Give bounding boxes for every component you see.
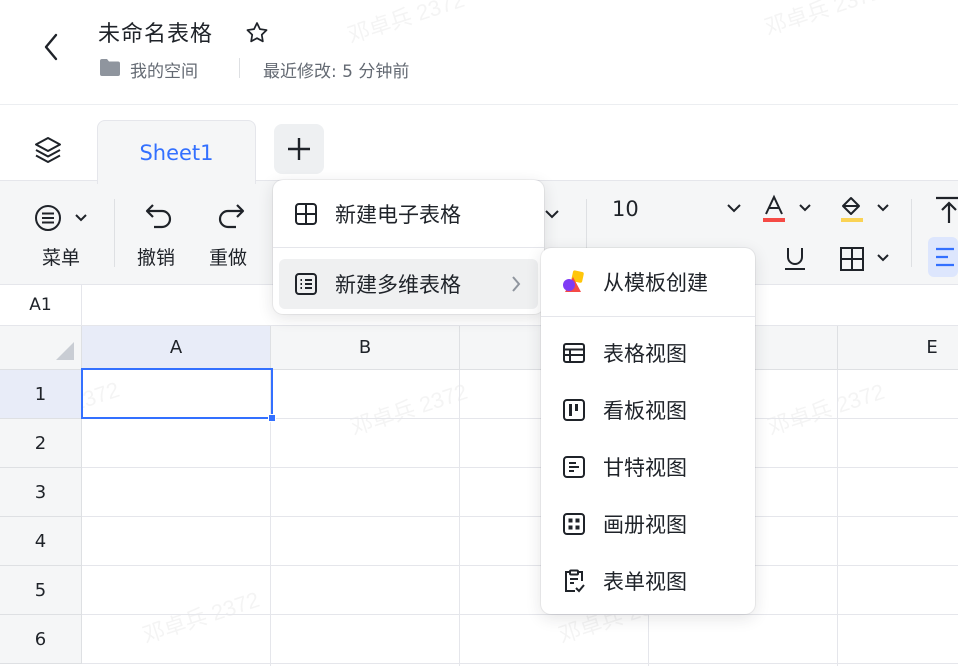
column-header-b[interactable]: B — [271, 326, 460, 370]
column-header-e[interactable]: E — [838, 326, 958, 370]
menu-label[interactable]: 菜单 — [42, 243, 80, 270]
layers-icon[interactable] — [32, 134, 64, 170]
fill-handle[interactable] — [268, 414, 276, 422]
undo-icon[interactable] — [144, 201, 174, 231]
menu-item-new-base[interactable]: 新建多维表格 — [279, 259, 538, 309]
table-view-icon — [561, 340, 587, 366]
menu-item-label: 甘特视图 — [603, 456, 687, 480]
corner-triangle-icon — [56, 342, 74, 360]
row-header[interactable]: 5 — [0, 566, 82, 615]
divider — [0, 104, 958, 105]
menu-item-gantt-view[interactable]: 甘特视图 — [547, 442, 749, 492]
grid-line — [82, 565, 958, 566]
cell-reference[interactable]: A1 — [0, 285, 82, 325]
selected-cell-a1[interactable] — [81, 368, 273, 419]
new-sheet-menu: 新建电子表格 新建多维表格 — [273, 180, 544, 314]
menu-item-kanban-view[interactable]: 看板视图 — [547, 385, 749, 435]
select-all-corner[interactable] — [0, 326, 82, 370]
chevron-down-icon[interactable] — [544, 207, 560, 221]
divider — [911, 199, 912, 267]
menu-item-label: 表格视图 — [603, 342, 687, 366]
align-top-icon[interactable] — [934, 195, 958, 225]
menu-icon — [35, 205, 87, 231]
divider — [239, 58, 240, 78]
menu-item-label: 新建电子表格 — [335, 203, 461, 227]
chevron-left-icon — [44, 33, 58, 61]
location-link[interactable]: 我的空间 — [130, 57, 198, 82]
gallery-view-icon — [561, 511, 587, 537]
menu-item-label: 画册视图 — [603, 513, 687, 537]
menu-item-label: 从模板创建 — [603, 271, 708, 295]
border-icon[interactable] — [838, 245, 894, 273]
watermark: 邓卓兵 2372 — [344, 0, 468, 49]
menu-item-new-spreadsheet[interactable]: 新建电子表格 — [279, 189, 538, 239]
kanban-view-icon — [561, 397, 587, 423]
document-title[interactable]: 未命名表格 — [98, 16, 213, 48]
form-view-icon — [561, 568, 587, 594]
base-view-submenu: 从模板创建 表格视图 看板视图 甘特视图 画册视图 表单视图 — [541, 248, 755, 614]
font-color-icon[interactable] — [760, 194, 816, 224]
add-sheet-button[interactable] — [274, 124, 324, 174]
row-header[interactable]: 1 — [0, 370, 82, 419]
menu-item-label: 表单视图 — [603, 570, 687, 594]
divider — [541, 316, 755, 317]
grid-line — [82, 614, 958, 615]
menu-item-label: 新建多维表格 — [335, 273, 461, 297]
chevron-right-icon — [512, 276, 521, 292]
spreadsheet-grid[interactable]: A B E 1 2 3 4 5 6 — [0, 326, 958, 666]
table-list-icon — [293, 271, 319, 297]
fill-color-icon[interactable] — [838, 194, 894, 224]
underline-icon[interactable] — [782, 245, 808, 271]
column-header-a[interactable]: A — [82, 326, 271, 370]
last-modified: 最近修改: 5 分钟前 — [263, 62, 410, 82]
align-left-icon[interactable] — [928, 237, 958, 277]
undo-label[interactable]: 撤销 — [137, 243, 175, 270]
menu-item-label: 看板视图 — [603, 399, 687, 423]
grid-line — [82, 663, 958, 664]
divider — [114, 199, 115, 267]
redo-label[interactable]: 重做 — [209, 243, 247, 270]
row-header[interactable]: 6 — [0, 615, 82, 664]
star-icon[interactable] — [244, 20, 270, 50]
plus-icon — [288, 138, 310, 160]
font-size-select[interactable]: 10 — [612, 197, 639, 221]
menu-item-gallery-view[interactable]: 画册视图 — [547, 499, 749, 549]
row-header[interactable]: 3 — [0, 468, 82, 517]
menu-item-form-view[interactable]: 表单视图 — [547, 556, 749, 606]
gantt-view-icon — [561, 454, 587, 480]
grid-line — [459, 370, 460, 666]
row-header[interactable]: 2 — [0, 419, 82, 468]
back-button[interactable] — [36, 30, 66, 64]
grid-icon — [293, 201, 319, 227]
tab-sheet1[interactable]: Sheet1 — [97, 120, 256, 184]
row-header[interactable]: 4 — [0, 517, 82, 566]
grid-line — [82, 516, 958, 517]
chevron-down-icon[interactable] — [726, 201, 742, 215]
menu-item-table-view[interactable]: 表格视图 — [547, 328, 749, 378]
watermark: 邓卓兵 2372 — [761, 0, 885, 41]
grid-line — [82, 467, 958, 468]
menu-item-from-template[interactable]: 从模板创建 — [547, 257, 749, 307]
menu-button[interactable] — [34, 203, 92, 233]
template-icon — [561, 269, 587, 295]
grid-line — [837, 370, 838, 666]
divider — [273, 247, 544, 248]
folder-icon — [99, 58, 121, 81]
redo-icon[interactable] — [216, 201, 246, 231]
